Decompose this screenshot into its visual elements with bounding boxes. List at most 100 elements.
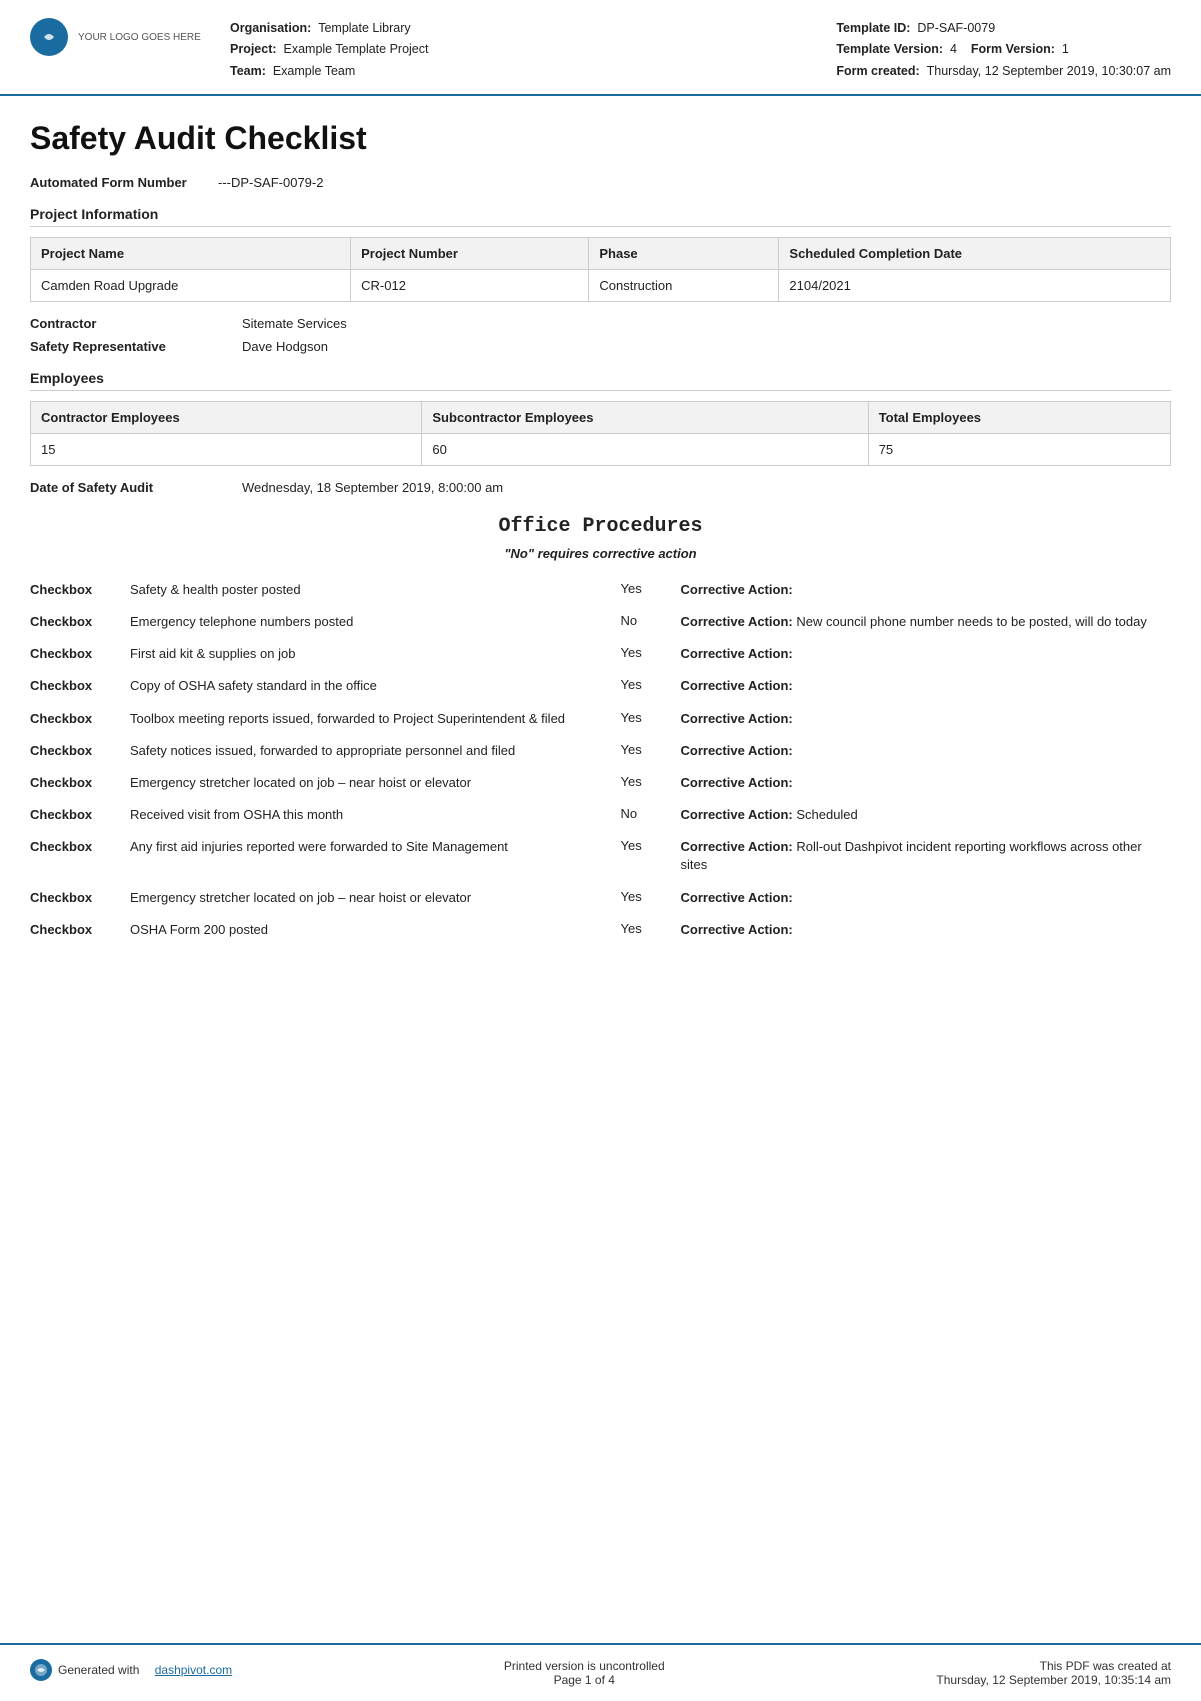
template-version-value: 4 xyxy=(950,42,957,56)
form-created-value: Thursday, 12 September 2019, 10:30:07 am xyxy=(927,64,1171,78)
project-label: Project: xyxy=(230,42,277,56)
col-subcontractor-employees: Subcontractor Employees xyxy=(422,401,868,433)
pdf-created-label: This PDF was created at xyxy=(936,1659,1171,1673)
safety-rep-label: Safety Representative xyxy=(30,339,230,354)
team-line: Team: Example Team xyxy=(230,61,816,82)
corrective-label-3: Corrective Action: xyxy=(681,678,793,693)
checklist-description-6: Emergency stretcher located on job – nea… xyxy=(130,774,621,792)
col-total-employees: Total Employees xyxy=(868,401,1170,433)
project-info-section-title: Project Information xyxy=(30,206,1171,227)
contractor-employees-value: 15 xyxy=(31,433,422,465)
template-version-label: Template Version: xyxy=(836,42,943,56)
checklist-corrective-1: Corrective Action: New council phone num… xyxy=(681,613,1172,631)
corrective-label-0: Corrective Action: xyxy=(681,582,793,597)
subcontractor-employees-value: 60 xyxy=(422,433,868,465)
checklist-checkbox-label-8: Checkbox xyxy=(30,838,130,854)
checklist-answer-0: Yes xyxy=(621,581,681,596)
checklist-item: Checkbox Any first aid injuries reported… xyxy=(30,838,1171,874)
col-scheduled-completion: Scheduled Completion Date xyxy=(779,237,1171,269)
project-table: Project Name Project Number Phase Schedu… xyxy=(30,237,1171,302)
checklist-description-10: OSHA Form 200 posted xyxy=(130,921,621,939)
org-label: Organisation: xyxy=(230,21,311,35)
scheduled-completion-value: 2104/2021 xyxy=(779,269,1171,301)
date-of-audit-label: Date of Safety Audit xyxy=(30,480,230,495)
checklist-checkbox-label-7: Checkbox xyxy=(30,806,130,822)
checklist-checkbox-label-6: Checkbox xyxy=(30,774,130,790)
checklist-answer-4: Yes xyxy=(621,710,681,725)
corrective-label-8: Corrective Action: xyxy=(681,839,793,854)
page: YOUR LOGO GOES HERE Organisation: Templa… xyxy=(0,0,1201,1701)
checklist-description-9: Emergency stretcher located on job – nea… xyxy=(130,889,621,907)
dashpivot-link[interactable]: dashpivot.com xyxy=(155,1663,232,1677)
checklist-corrective-7: Corrective Action: Scheduled xyxy=(681,806,1172,824)
automated-form-number-label: Automated Form Number xyxy=(30,175,210,190)
employees-data-row: 15 60 75 xyxy=(31,433,1171,465)
version-line: Template Version: 4 Form Version: 1 xyxy=(836,39,1171,60)
checklist-answer-5: Yes xyxy=(621,742,681,757)
corrective-label-9: Corrective Action: xyxy=(681,890,793,905)
checklist-answer-9: Yes xyxy=(621,889,681,904)
template-id-line: Template ID: DP-SAF-0079 xyxy=(836,18,1171,39)
date-of-audit-value: Wednesday, 18 September 2019, 8:00:00 am xyxy=(242,480,503,495)
safety-rep-row: Safety Representative Dave Hodgson xyxy=(30,339,1171,354)
footer-right: This PDF was created at Thursday, 12 Sep… xyxy=(936,1659,1171,1687)
printed-version-text: Printed version is uncontrolled xyxy=(504,1659,665,1673)
footer-center: Printed version is uncontrolled Page 1 o… xyxy=(504,1659,665,1687)
checklist-description-0: Safety & health poster posted xyxy=(130,581,621,599)
checklist-item: Checkbox Received visit from OSHA this m… xyxy=(30,806,1171,824)
checklist-answer-7: No xyxy=(621,806,681,821)
logo-icon xyxy=(30,18,68,56)
checklist-item: Checkbox Copy of OSHA safety standard in… xyxy=(30,677,1171,695)
contractor-value: Sitemate Services xyxy=(242,316,347,331)
checklist-item: Checkbox Safety notices issued, forwarde… xyxy=(30,742,1171,760)
project-number-value: CR-012 xyxy=(351,269,589,301)
checklist-answer-2: Yes xyxy=(621,645,681,660)
logo-text: YOUR LOGO GOES HERE xyxy=(78,31,201,44)
col-phase: Phase xyxy=(589,237,779,269)
corrective-label-4: Corrective Action: xyxy=(681,711,793,726)
checklist-answer-10: Yes xyxy=(621,921,681,936)
team-value: Example Team xyxy=(273,64,355,78)
checklist-item: Checkbox First aid kit & supplies on job… xyxy=(30,645,1171,663)
col-project-name: Project Name xyxy=(31,237,351,269)
employees-section-title: Employees xyxy=(30,370,1171,391)
checklist-checkbox-label-0: Checkbox xyxy=(30,581,130,597)
checklist-corrective-5: Corrective Action: xyxy=(681,742,1172,760)
checklist-description-8: Any first aid injuries reported were for… xyxy=(130,838,621,856)
checklist-answer-6: Yes xyxy=(621,774,681,789)
checklist-corrective-0: Corrective Action: xyxy=(681,581,1172,599)
total-employees-value: 75 xyxy=(868,433,1170,465)
contractor-label: Contractor xyxy=(30,316,230,331)
checklist-description-2: First aid kit & supplies on job xyxy=(130,645,621,663)
project-name-value: Camden Road Upgrade xyxy=(31,269,351,301)
checklist-description-1: Emergency telephone numbers posted xyxy=(130,613,621,631)
form-created-label: Form created: xyxy=(836,64,919,78)
checklist-description-5: Safety notices issued, forwarded to appr… xyxy=(130,742,621,760)
header: YOUR LOGO GOES HERE Organisation: Templa… xyxy=(0,0,1201,96)
page-title: Safety Audit Checklist xyxy=(30,120,1171,157)
checklist-corrective-4: Corrective Action: xyxy=(681,710,1172,728)
content: Safety Audit Checklist Automated Form Nu… xyxy=(0,96,1201,1643)
logo-area: YOUR LOGO GOES HERE xyxy=(30,18,210,56)
checklist-checkbox-label-10: Checkbox xyxy=(30,921,130,937)
header-right: Template ID: DP-SAF-0079 Template Versio… xyxy=(836,18,1171,82)
template-id-label: Template ID: xyxy=(836,21,910,35)
form-version-value: 1 xyxy=(1062,42,1069,56)
corrective-label-2: Corrective Action: xyxy=(681,646,793,661)
checklist-corrective-10: Corrective Action: xyxy=(681,921,1172,939)
office-procedures-title: Office Procedures xyxy=(30,515,1171,538)
org-line: Organisation: Template Library xyxy=(230,18,816,39)
checklist-checkbox-label-3: Checkbox xyxy=(30,677,130,693)
corrective-label-7: Corrective Action: xyxy=(681,807,793,822)
checklist-corrective-9: Corrective Action: xyxy=(681,889,1172,907)
safety-rep-value: Dave Hodgson xyxy=(242,339,328,354)
phase-value: Construction xyxy=(589,269,779,301)
employees-table: Contractor Employees Subcontractor Emplo… xyxy=(30,401,1171,466)
automated-form-number-value: ---DP-SAF-0079-2 xyxy=(218,175,323,190)
corrective-label-10: Corrective Action: xyxy=(681,922,793,937)
col-contractor-employees: Contractor Employees xyxy=(31,401,422,433)
checklist-container: Checkbox Safety & health poster posted Y… xyxy=(30,581,1171,939)
checklist-item: Checkbox OSHA Form 200 posted Yes Correc… xyxy=(30,921,1171,939)
corrective-label-5: Corrective Action: xyxy=(681,743,793,758)
corrective-label-6: Corrective Action: xyxy=(681,775,793,790)
